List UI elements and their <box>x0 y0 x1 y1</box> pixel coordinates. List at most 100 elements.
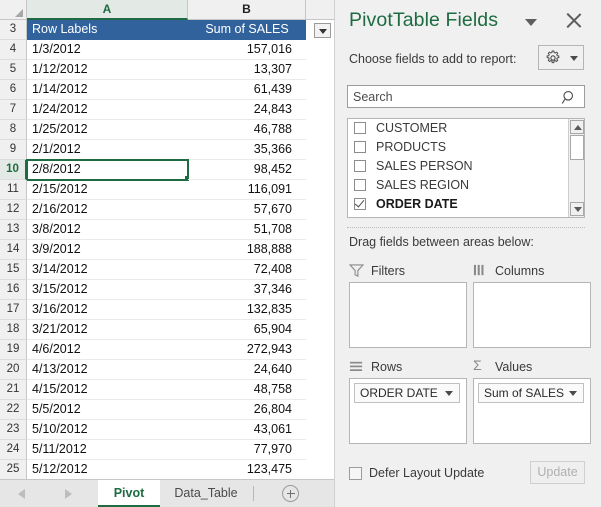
cell-sales[interactable]: 51,708 <box>188 220 306 240</box>
row-header-18[interactable]: 18 <box>0 320 27 340</box>
chevron-left-icon[interactable] <box>18 489 25 499</box>
cell-date[interactable]: 4/15/2012 <box>27 380 188 400</box>
cell-date[interactable]: 3/15/2012 <box>27 280 188 300</box>
cell-sales[interactable]: 61,439 <box>188 80 306 100</box>
cell-empty[interactable] <box>306 160 334 180</box>
row-header-8[interactable]: 8 <box>0 120 27 140</box>
cell-empty[interactable] <box>306 420 334 440</box>
cell-date[interactable]: 3/21/2012 <box>27 320 188 340</box>
cell-empty[interactable] <box>306 140 334 160</box>
cell-sales[interactable]: 65,904 <box>188 320 306 340</box>
cell-date[interactable]: 3/8/2012 <box>27 220 188 240</box>
cell-empty[interactable] <box>306 300 334 320</box>
row-header-12[interactable]: 12 <box>0 200 27 220</box>
cell-sales[interactable]: 46,788 <box>188 120 306 140</box>
cell-empty[interactable] <box>306 200 334 220</box>
checkbox-icon[interactable] <box>354 122 366 134</box>
area-box-values[interactable]: Sum of SALES <box>473 378 591 444</box>
cell-date[interactable]: 5/5/2012 <box>27 400 188 420</box>
pane-tools-button[interactable] <box>538 45 584 70</box>
row-header-25[interactable]: 25 <box>0 460 27 479</box>
column-header-b[interactable]: B <box>188 0 306 20</box>
field-item-customer[interactable]: CUSTOMER <box>348 119 584 138</box>
cell-date[interactable]: 5/11/2012 <box>27 440 188 460</box>
row-header-20[interactable]: 20 <box>0 360 27 380</box>
cell-date[interactable]: 1/24/2012 <box>27 100 188 120</box>
cell-sales[interactable]: 24,640 <box>188 360 306 380</box>
sheet-tab-data-table[interactable]: Data_Table <box>160 480 252 507</box>
cell-row-labels[interactable]: Row Labels <box>27 20 188 40</box>
row-header-4[interactable]: 4 <box>0 40 27 60</box>
cell-sales[interactable]: 98,452 <box>188 160 306 180</box>
cell-empty[interactable] <box>306 320 334 340</box>
cell-sales[interactable]: 57,670 <box>188 200 306 220</box>
row-header-17[interactable]: 17 <box>0 300 27 320</box>
cell-sales[interactable]: 37,346 <box>188 280 306 300</box>
cell-date[interactable]: 2/15/2012 <box>27 180 188 200</box>
row-header-14[interactable]: 14 <box>0 240 27 260</box>
field-item-products[interactable]: PRODUCTS <box>348 138 584 157</box>
search-input[interactable]: Search <box>347 85 585 108</box>
row-header-6[interactable]: 6 <box>0 80 27 100</box>
field-list-scrollbar[interactable] <box>568 119 584 217</box>
cell-date[interactable]: 5/12/2012 <box>27 460 188 479</box>
row-header-11[interactable]: 11 <box>0 180 27 200</box>
cell-date[interactable]: 2/16/2012 <box>27 200 188 220</box>
cell-empty[interactable] <box>306 460 334 479</box>
cell-empty[interactable] <box>306 400 334 420</box>
row-header-13[interactable]: 13 <box>0 220 27 240</box>
cell-sum-of-sales-header[interactable]: Sum of SALES <box>188 20 306 40</box>
field-chip-sum-of-sales[interactable]: Sum of SALES <box>478 383 584 403</box>
field-item-sales-region[interactable]: SALES REGION <box>348 176 584 195</box>
cell-empty[interactable] <box>306 60 334 80</box>
chevron-right-icon[interactable] <box>65 489 72 499</box>
row-header-22[interactable]: 22 <box>0 400 27 420</box>
sheet-tab-pivot[interactable]: Pivot <box>98 480 160 507</box>
column-header-c[interactable] <box>306 0 334 20</box>
sheet-nav-arrows[interactable] <box>18 487 88 501</box>
cell-empty[interactable] <box>306 220 334 240</box>
row-header-23[interactable]: 23 <box>0 420 27 440</box>
cell-date[interactable]: 2/1/2012 <box>27 140 188 160</box>
cell-empty[interactable] <box>306 340 334 360</box>
checkbox-icon[interactable] <box>354 179 366 191</box>
close-icon[interactable] <box>563 10 585 32</box>
cell-sales[interactable]: 35,366 <box>188 140 306 160</box>
worksheet-grid[interactable]: A B 3 Row Labels Sum of SALES 4 1/3/2012 1… <box>0 0 334 479</box>
select-all-corner[interactable] <box>0 0 27 20</box>
chevron-down-icon[interactable] <box>525 19 537 26</box>
cell-sales[interactable]: 24,843 <box>188 100 306 120</box>
cell-empty[interactable] <box>306 120 334 140</box>
row-header-5[interactable]: 5 <box>0 60 27 80</box>
checkbox-icon[interactable] <box>354 141 366 153</box>
checkbox-icon[interactable] <box>354 160 366 172</box>
add-sheet-button[interactable] <box>282 485 299 502</box>
cell-empty[interactable] <box>306 180 334 200</box>
update-button[interactable]: Update <box>530 461 585 484</box>
cell-date[interactable]: 1/25/2012 <box>27 120 188 140</box>
area-box-filters[interactable] <box>349 282 467 348</box>
checkbox-checked-icon[interactable] <box>354 197 366 210</box>
cell-sales[interactable]: 77,970 <box>188 440 306 460</box>
field-list[interactable]: CUSTOMER PRODUCTS SALES PERSON SALES REGION… <box>347 118 585 218</box>
scroll-down-arrow-icon[interactable] <box>570 202 584 216</box>
field-item-sales-person[interactable]: SALES PERSON <box>348 157 584 176</box>
chevron-down-icon[interactable] <box>445 391 453 396</box>
row-header-16[interactable]: 16 <box>0 280 27 300</box>
cell-date[interactable]: 5/10/2012 <box>27 420 188 440</box>
cell-empty[interactable] <box>306 80 334 100</box>
cell-sales[interactable]: 157,016 <box>188 40 306 60</box>
cell-sales[interactable]: 43,061 <box>188 420 306 440</box>
cell-date[interactable]: 3/14/2012 <box>27 260 188 280</box>
row-header-7[interactable]: 7 <box>0 100 27 120</box>
cell-date[interactable]: 3/16/2012 <box>27 300 188 320</box>
cell-sales[interactable]: 116,091 <box>188 180 306 200</box>
row-header-3[interactable]: 3 <box>0 20 27 40</box>
row-header-19[interactable]: 19 <box>0 340 27 360</box>
cell-empty[interactable] <box>306 100 334 120</box>
row-header-21[interactable]: 21 <box>0 380 27 400</box>
cell-date[interactable]: 3/9/2012 <box>27 240 188 260</box>
cell-sales[interactable]: 132,835 <box>188 300 306 320</box>
row-header-24[interactable]: 24 <box>0 440 27 460</box>
cell-date[interactable]: 1/14/2012 <box>27 80 188 100</box>
